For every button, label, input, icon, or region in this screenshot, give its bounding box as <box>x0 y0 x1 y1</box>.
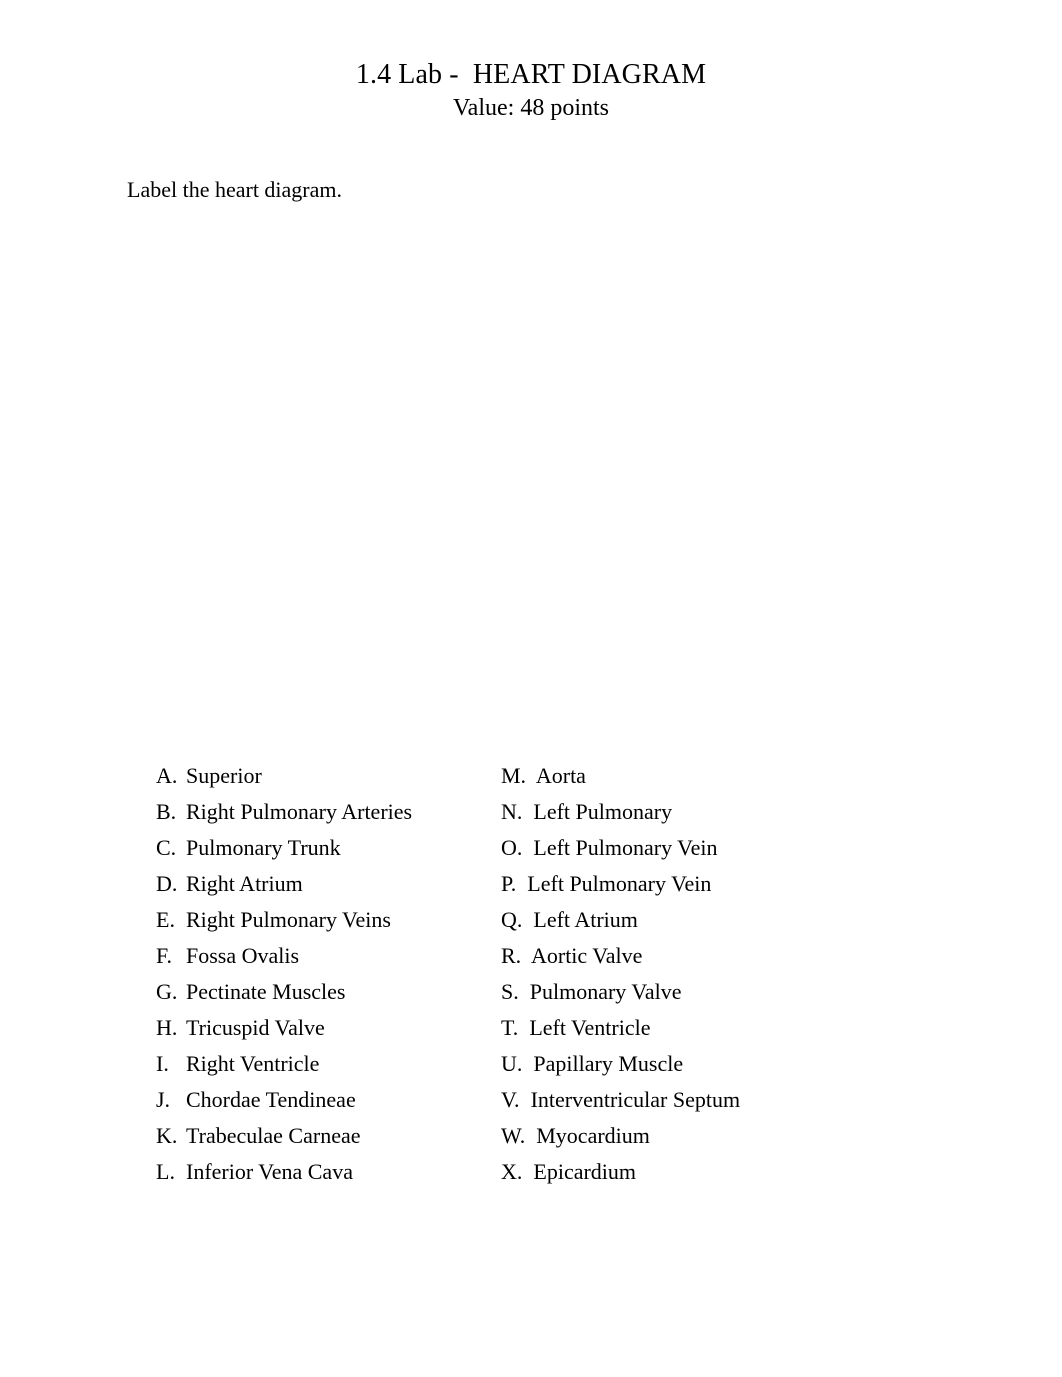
list-item-marker: W. <box>501 1123 526 1148</box>
list-item-label: Right Atrium <box>186 871 303 896</box>
list-item: G. Pectinate Muscles <box>156 977 486 1013</box>
list-item: E. Right Pulmonary Veins <box>156 905 486 941</box>
list-item-marker: I. <box>156 1051 169 1076</box>
list-item: F. Fossa Ovalis <box>156 941 486 977</box>
list-item: S. Pulmonary Valve <box>501 977 901 1013</box>
list-item: Q. Left Atrium <box>501 905 901 941</box>
list-item: V. Interventricular Septum <box>501 1085 901 1121</box>
list-item-marker: T. <box>501 1015 519 1040</box>
list-item-label: Pulmonary Trunk <box>186 835 341 860</box>
list-item: C. Pulmonary Trunk <box>156 833 486 869</box>
list-item-label: Right Pulmonary Arteries <box>186 799 413 824</box>
list-item-label: Tricuspid Valve <box>186 1015 325 1040</box>
list-item-marker: U. <box>501 1051 523 1076</box>
list-item: K. Trabeculae Carneae <box>156 1121 486 1157</box>
list-item-label: Myocardium <box>536 1123 650 1148</box>
list-item: R. Aortic Valve <box>501 941 901 977</box>
list-item: J. Chordae Tendineae <box>156 1085 486 1121</box>
list-item-marker: X. <box>501 1159 523 1184</box>
list-item-label: Left Pulmonary <box>533 799 673 824</box>
list-item-marker: L. <box>156 1159 175 1184</box>
list-item-label: Papillary Muscle <box>533 1051 684 1076</box>
list-item-marker: N. <box>501 799 523 824</box>
list-item-label: Pulmonary Valve <box>529 979 682 1004</box>
label-list-left-column: A. Superior B. Right Pulmonary Arteries … <box>156 761 486 1193</box>
list-item-label: Aorta <box>535 763 586 788</box>
list-item-marker: A. <box>156 763 178 788</box>
list-item: O. Left Pulmonary Vein <box>501 833 901 869</box>
list-item: H. Tricuspid Valve <box>156 1013 486 1049</box>
list-item-marker: Q. <box>501 907 523 932</box>
list-item-label: Inferior Vena Cava <box>186 1159 353 1184</box>
list-item-label: Epicardium <box>533 1159 637 1184</box>
list-item-marker: K. <box>156 1123 178 1148</box>
list-item-label: Interventricular Septum <box>530 1087 741 1112</box>
list-item-marker: M. <box>501 763 527 788</box>
page-subtitle-value: Value: 48 points <box>453 95 609 121</box>
label-list-right-column: M. Aorta N. Left Pulmonary O. Left Pulmo… <box>501 761 901 1193</box>
list-item-label: Aortic Valve <box>530 943 643 968</box>
list-item-marker: J. <box>156 1087 171 1112</box>
list-item-label: Left Ventricle <box>529 1015 651 1040</box>
list-item-marker: D. <box>156 871 178 896</box>
list-item-marker: G. <box>156 979 178 1004</box>
list-item-marker: H. <box>156 1015 178 1040</box>
list-item-marker: F. <box>156 943 172 968</box>
label-list: A. Superior B. Right Pulmonary Arteries … <box>0 761 1062 1201</box>
list-item: U. Papillary Muscle <box>501 1049 901 1085</box>
list-item-label: Trabeculae Carneae <box>186 1123 361 1148</box>
list-item-label: Right Ventricle <box>186 1051 320 1076</box>
list-item-label: Left Pulmonary Vein <box>533 835 718 860</box>
list-item-label: Chordae Tendineae <box>186 1087 356 1112</box>
list-item-marker: V. <box>501 1087 520 1112</box>
list-item-label: Left Pulmonary Vein <box>527 871 712 896</box>
list-item: T. Left Ventricle <box>501 1013 901 1049</box>
list-item: A. Superior <box>156 761 486 797</box>
list-item: I. Right Ventricle <box>156 1049 486 1085</box>
heart-diagram-placeholder <box>127 225 937 745</box>
list-item: X. Epicardium <box>501 1157 901 1193</box>
list-item: M. Aorta <box>501 761 901 797</box>
list-item-marker: B. <box>156 799 177 824</box>
list-item-marker: S. <box>501 979 519 1004</box>
list-item-marker: R. <box>501 943 522 968</box>
list-item-label: Superior <box>186 763 262 788</box>
list-item: N. Left Pulmonary <box>501 797 901 833</box>
page-title: 1.4 Lab - HEART DIAGRAM <box>355 59 707 90</box>
list-item-label: Right Pulmonary Veins <box>186 907 391 932</box>
instruction-text: Label the heart diagram. <box>127 177 343 202</box>
list-item-label: Pectinate Muscles <box>186 979 346 1004</box>
document-page: 1.4 Lab - HEART DIAGRAM Value: 48 points… <box>0 0 1062 1377</box>
list-item-label: Fossa Ovalis <box>186 943 300 968</box>
list-item-label: Left Atrium <box>533 907 638 932</box>
list-item: B. Right Pulmonary Arteries <box>156 797 486 833</box>
list-item: W. Myocardium <box>501 1121 901 1157</box>
list-item: D. Right Atrium <box>156 869 486 905</box>
title-block: 1.4 Lab - HEART DIAGRAM Value: 48 points <box>0 58 1062 123</box>
list-item-marker: E. <box>156 907 175 932</box>
list-item: L. Inferior Vena Cava <box>156 1157 486 1193</box>
list-item-marker: P. <box>501 871 517 896</box>
list-item: P. Left Pulmonary Vein <box>501 869 901 905</box>
list-item-marker: O. <box>501 835 523 860</box>
list-item-marker: C. <box>156 835 177 860</box>
